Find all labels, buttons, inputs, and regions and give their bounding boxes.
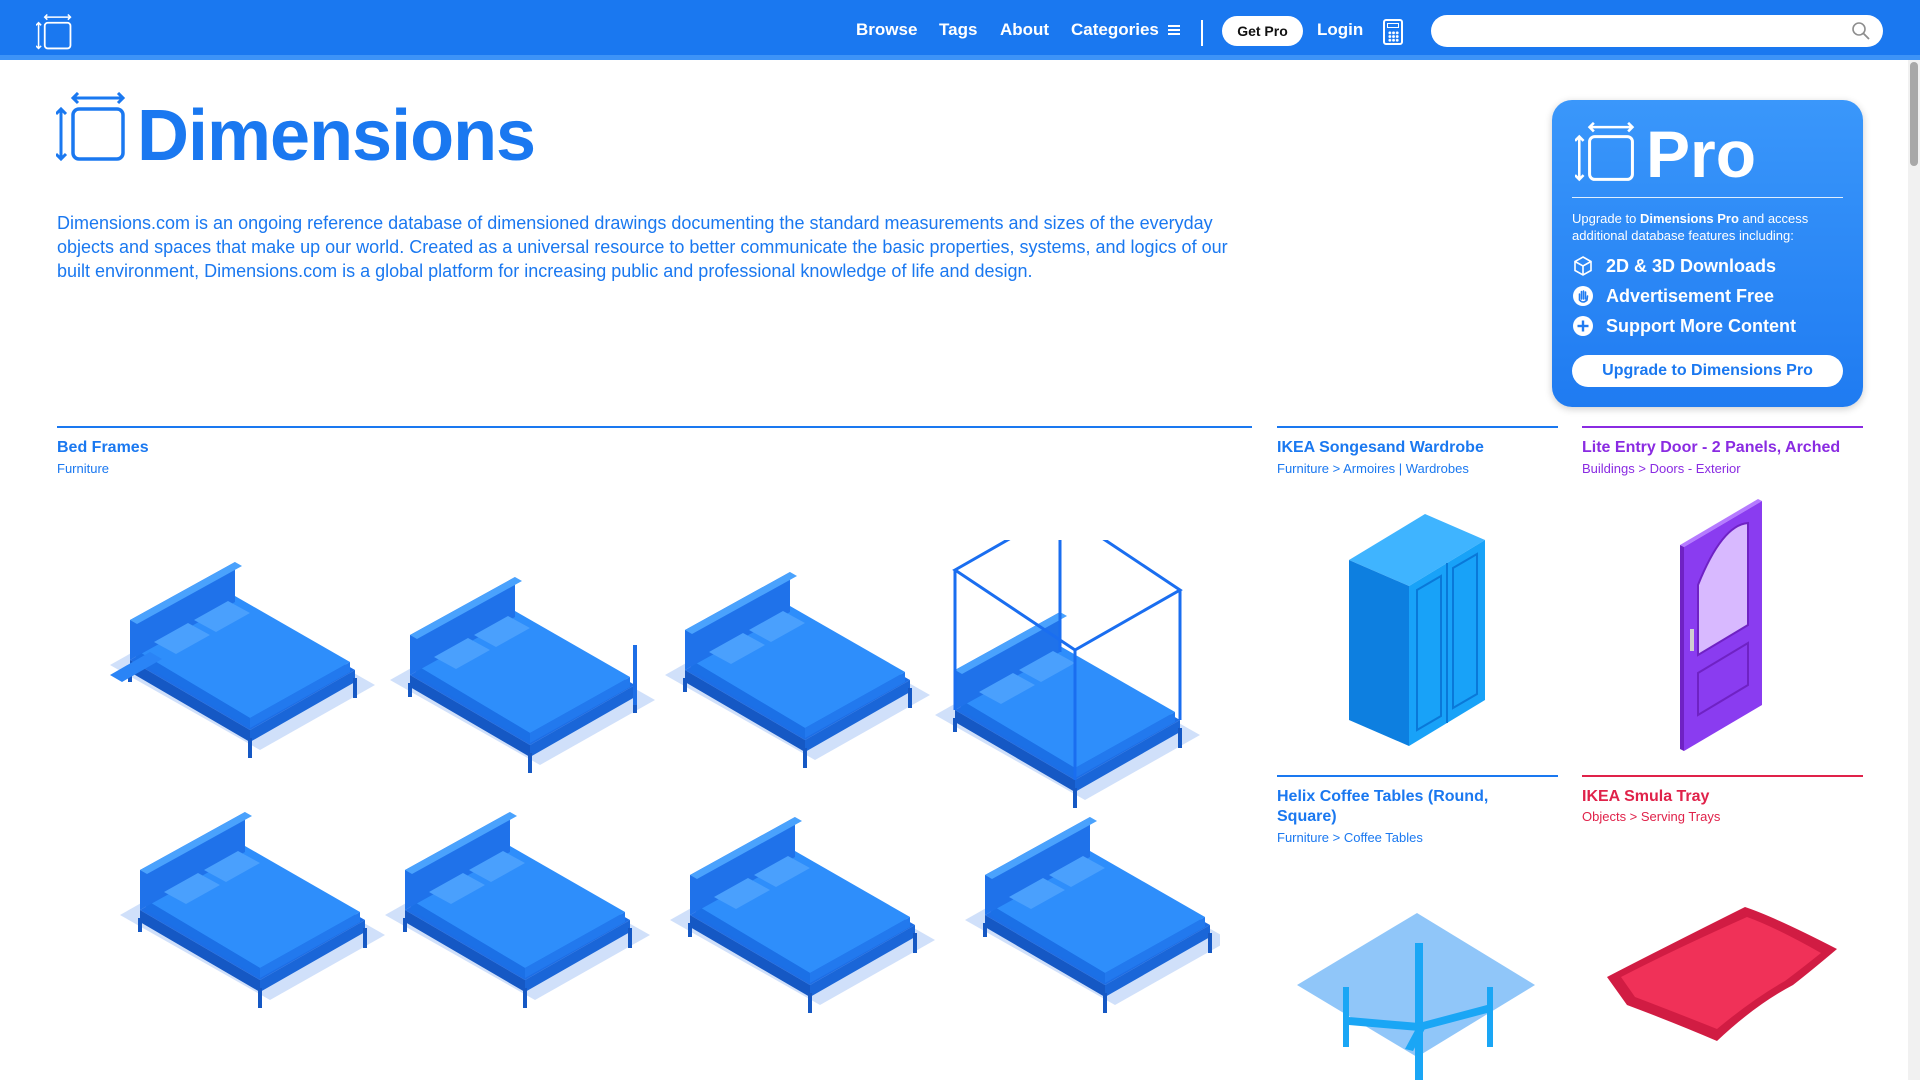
- card-title-tray[interactable]: IKEA Smula Tray: [1582, 787, 1863, 807]
- get-pro-button[interactable]: Get Pro: [1222, 16, 1303, 46]
- search-bar[interactable]: [1431, 15, 1883, 47]
- wardrobe-illustration[interactable]: [1335, 500, 1495, 750]
- bed-frames-illustration[interactable]: [90, 540, 1220, 1020]
- site-description: Dimensions.com is an ongoing reference d…: [57, 213, 1228, 281]
- scrollbar-thumb[interactable]: [1910, 62, 1918, 166]
- pro-logo-icon: [1575, 122, 1635, 182]
- card-divider: [1277, 775, 1558, 777]
- nav-about-link[interactable]: About: [1000, 20, 1049, 40]
- nav-tags[interactable]: Tags: [939, 0, 977, 60]
- card-title-coffee-tables[interactable]: Helix Coffee Tables (Round, Square): [1277, 787, 1537, 827]
- card-category-door[interactable]: Buildings > Doors - Exterior: [1582, 460, 1741, 477]
- bed-7: [670, 817, 935, 1013]
- bed-1: [110, 562, 375, 758]
- calculator-keys: [1388, 31, 1399, 42]
- card-category-bed-frames[interactable]: Furniture: [57, 460, 109, 477]
- bed-4-canopy: [935, 540, 1200, 808]
- bed-6: [385, 812, 650, 1008]
- card-category-coffee-tables[interactable]: Furniture > Coffee Tables: [1277, 829, 1423, 846]
- page-title: Dimensions: [137, 96, 536, 176]
- nav-browse[interactable]: Browse: [856, 0, 917, 60]
- card-divider: [1582, 426, 1863, 428]
- search-icon[interactable]: [1851, 21, 1871, 41]
- plus-circle-icon: [1573, 316, 1593, 336]
- pro-feature-label: Advertisement Free: [1606, 285, 1775, 306]
- hand-stop-icon: [1573, 286, 1593, 306]
- pro-intro-prefix: Upgrade to: [1572, 211, 1640, 226]
- nav-about[interactable]: About: [1000, 0, 1049, 60]
- coffee-table-illustration[interactable]: [1295, 905, 1540, 1080]
- pro-title: Pro: [1646, 117, 1757, 191]
- card-category-wardrobe[interactable]: Furniture > Armoires | Wardrobes: [1277, 460, 1469, 477]
- bed-8: [965, 817, 1220, 1013]
- pro-upgrade-card: Pro Upgrade to Dimensions Pro and access…: [1552, 100, 1863, 407]
- pro-divider: [1572, 197, 1843, 198]
- dimensions-hero-logo-icon: [56, 92, 126, 162]
- door-illustration[interactable]: [1670, 495, 1770, 755]
- dimensions-logo-icon[interactable]: [36, 14, 72, 50]
- pro-feature-ad-free: Advertisement Free: [1572, 284, 1774, 308]
- pro-feature-label: 2D & 3D Downloads: [1606, 255, 1777, 276]
- page-scrollbar[interactable]: [1908, 60, 1920, 1080]
- card-divider: [1277, 426, 1558, 428]
- nav-categories-link[interactable]: Categories: [1071, 20, 1159, 40]
- pro-intro: Upgrade to Dimensions Pro and access add…: [1572, 210, 1847, 244]
- calculator-screen: [1387, 23, 1399, 28]
- nav-browse-link[interactable]: Browse: [856, 20, 917, 40]
- card-title-door[interactable]: Lite Entry Door - 2 Panels, Arched: [1582, 438, 1863, 458]
- card-title-bed-frames[interactable]: Bed Frames: [57, 438, 149, 458]
- bed-3: [665, 572, 930, 768]
- bed-5: [120, 812, 385, 1008]
- pro-intro-bold: Dimensions Pro: [1639, 211, 1739, 226]
- card-divider: [57, 426, 1252, 428]
- card-title-wardrobe[interactable]: IKEA Songesand Wardrobe: [1277, 438, 1558, 458]
- pro-feature-support: Support More Content: [1572, 314, 1796, 338]
- login-link[interactable]: Login: [1317, 0, 1363, 60]
- menu-icon[interactable]: [1167, 25, 1180, 35]
- tray-illustration[interactable]: [1605, 905, 1840, 1045]
- cube-icon: [1574, 256, 1592, 276]
- top-navigation-bar: Browse Tags About Categories Get Pro Log…: [0, 0, 1920, 60]
- pro-feature-label: Support More Content: [1606, 315, 1796, 336]
- nav-tags-link[interactable]: Tags: [939, 20, 977, 40]
- bed-2: [390, 577, 655, 773]
- nav-categories[interactable]: Categories: [1071, 0, 1180, 60]
- nav-divider: [1201, 20, 1203, 46]
- calculator-icon[interactable]: [1383, 19, 1403, 45]
- card-category-tray[interactable]: Objects > Serving Trays: [1582, 808, 1720, 825]
- upgrade-pro-button[interactable]: Upgrade to Dimensions Pro: [1572, 355, 1843, 387]
- card-divider: [1582, 775, 1863, 777]
- search-input[interactable]: [1445, 19, 1835, 43]
- pro-feature-downloads: 2D & 3D Downloads: [1572, 254, 1776, 278]
